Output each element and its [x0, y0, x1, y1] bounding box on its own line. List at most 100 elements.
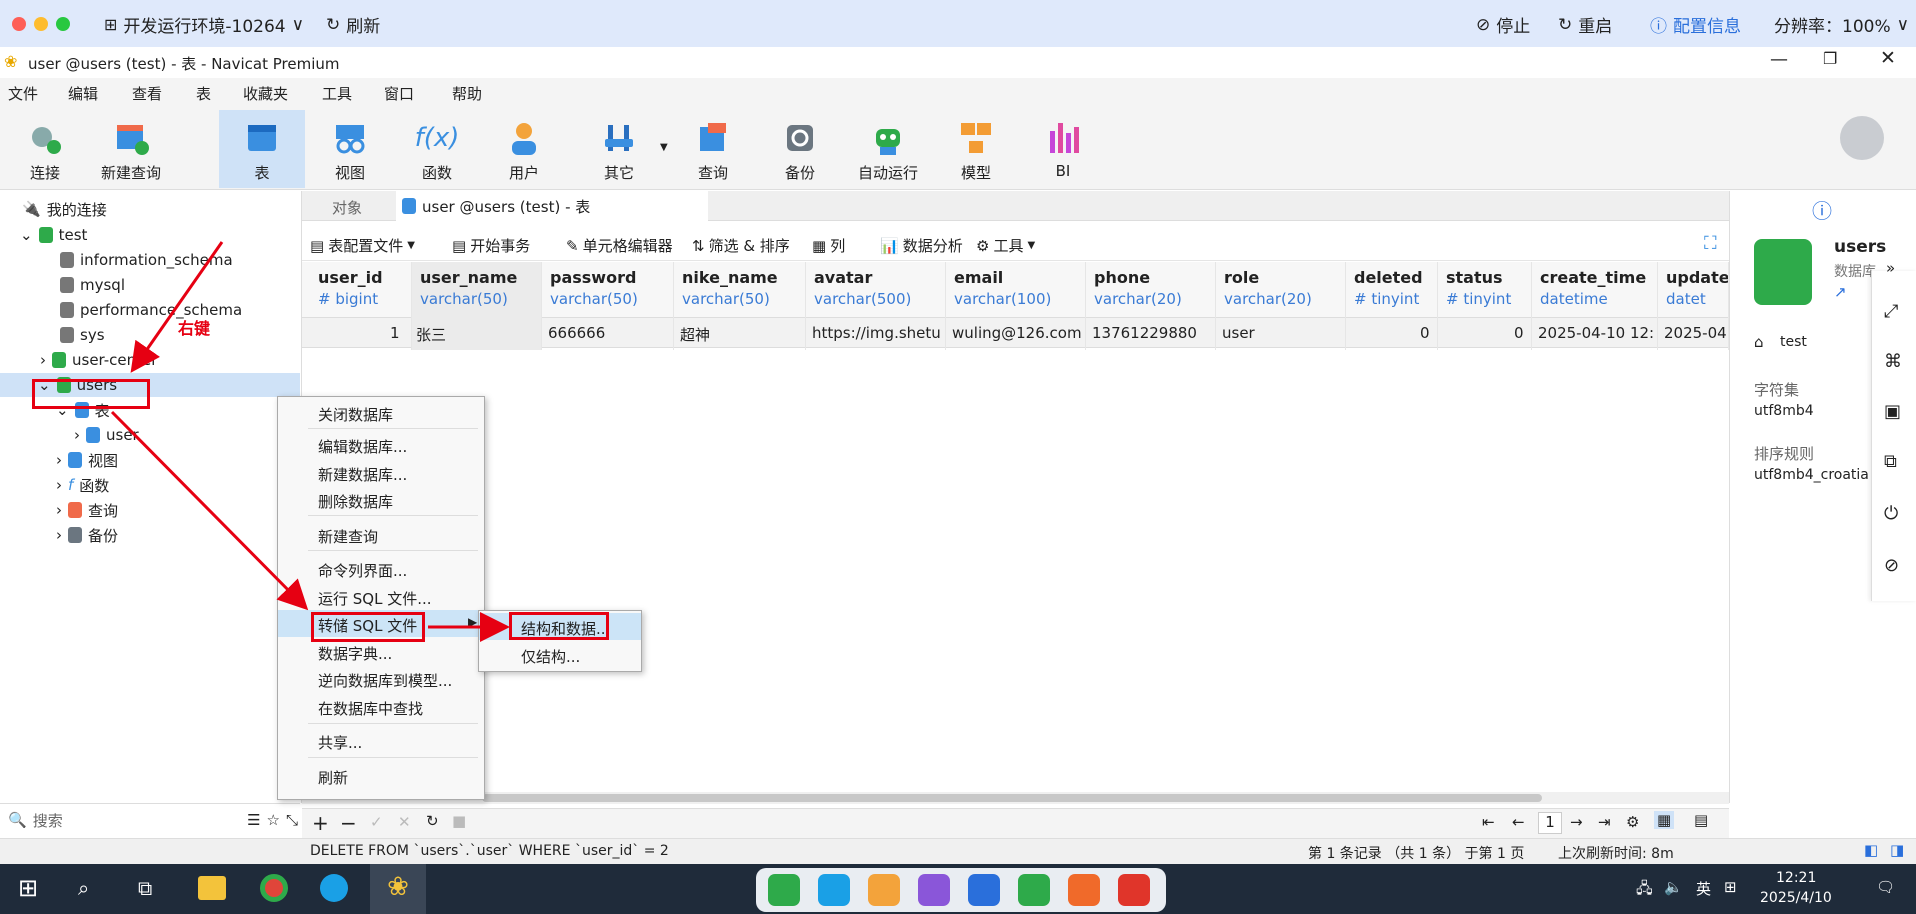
table-button[interactable]: 表 [219, 110, 305, 188]
menu-item-new-query[interactable]: 新建查询 [278, 521, 484, 548]
expand-icon[interactable]: ⛶ [1704, 233, 1717, 254]
cell[interactable]: 0 [1514, 324, 1524, 342]
filter-icon[interactable]: ☰ [247, 811, 260, 829]
refresh-icon[interactable]: ↻ [426, 812, 439, 830]
delete-row-icon[interactable]: − [340, 811, 357, 835]
cell[interactable]: 2025-04- [1664, 324, 1726, 342]
dock-app-icon[interactable] [818, 874, 850, 906]
menu-window[interactable]: 窗口 [384, 78, 414, 104]
ime-icon[interactable]: ⊞ [1724, 878, 1737, 896]
grid-view-icon[interactable]: ▦ [1654, 811, 1675, 829]
search-icon[interactable]: ⌕ [78, 876, 89, 900]
dock-app-icon[interactable] [968, 874, 1000, 906]
menu-view[interactable]: 查看 [132, 78, 162, 104]
begin-transaction-button[interactable]: ▤ 开始事务 [452, 235, 530, 256]
automation-button[interactable]: 自动运行 [845, 110, 931, 188]
model-button[interactable]: 模型 [933, 110, 1019, 188]
menu-item-edit-db[interactable]: 编辑数据库... [278, 431, 484, 458]
cell[interactable]: 1 [390, 324, 400, 342]
dock-app-icon[interactable] [768, 874, 800, 906]
notification-icon[interactable]: 🗨 [1876, 878, 1895, 896]
queries-node[interactable]: › 查询 [56, 498, 118, 522]
dock-app-icon[interactable] [1018, 874, 1050, 906]
panel-icon[interactable]: ▣ [1884, 401, 1901, 422]
next-page-icon[interactable]: → [1570, 813, 1583, 831]
cell[interactable]: 张三 [416, 324, 536, 345]
menu-tools[interactable]: 工具 [322, 78, 352, 104]
navicat-icon[interactable]: ❀ [370, 864, 426, 914]
dock-app-icon[interactable] [918, 874, 950, 906]
collapse-icon[interactable]: ⤡ [286, 811, 298, 829]
db-performance-schema[interactable]: performance_schema [60, 298, 242, 322]
menu-item-close-db[interactable]: 关闭数据库 [278, 399, 484, 426]
page-number[interactable]: 1 [1538, 812, 1562, 834]
volume-icon[interactable]: 🔈 [1664, 878, 1683, 896]
close-dot[interactable] [12, 17, 26, 31]
dock-app-icon[interactable] [1118, 874, 1150, 906]
star-icon[interactable]: ☆ [267, 811, 280, 829]
backup-button[interactable]: 备份 [757, 110, 843, 188]
file-explorer-icon[interactable] [198, 876, 226, 900]
clock-date[interactable]: 2025/4/10 [1760, 890, 1832, 906]
dock-app-icon[interactable] [868, 874, 900, 906]
menu-item-delete-db[interactable]: 删除数据库 [278, 486, 484, 513]
restore-icon[interactable]: ❐ [1823, 49, 1837, 68]
other-button[interactable]: 其它 [576, 110, 662, 188]
info-icon[interactable]: ⓘ [1812, 195, 1832, 224]
apply-icon[interactable]: ✓ [370, 813, 383, 831]
menu-item-data-dictionary[interactable]: 数据字典... [278, 638, 484, 665]
first-page-icon[interactable]: ⇤ [1482, 813, 1495, 831]
columns-button[interactable]: ▦ 列 [812, 235, 845, 256]
discard-icon[interactable]: ✕ [398, 813, 411, 831]
tab-active[interactable]: user @users (test) - 表 [396, 191, 708, 221]
collapse-right-icon[interactable]: » [1886, 259, 1895, 277]
menu-help[interactable]: 帮助 [452, 78, 482, 104]
bi-button[interactable]: BI [1020, 110, 1106, 188]
view-button[interactable]: 视图 [307, 110, 393, 188]
tools-button[interactable]: ⚙ 工具 ▼ [976, 235, 1035, 256]
prev-page-icon[interactable]: ← [1512, 813, 1525, 831]
layout-icon[interactable]: ⌘ [1884, 351, 1902, 372]
menu-item-reverse-model[interactable]: 逆向数据库到模型... [278, 665, 484, 692]
settings-icon[interactable]: ⚙ [1626, 813, 1639, 831]
language-indicator[interactable]: 英 [1696, 878, 1711, 899]
submenu-structure-only[interactable]: 仅结构... [479, 641, 641, 668]
cell[interactable]: 超神 [680, 324, 804, 345]
horizontal-scrollbar[interactable] [302, 792, 1729, 804]
restart-button[interactable]: ↻ 重启 [1558, 12, 1612, 38]
menu-item-refresh[interactable]: 刷新 [278, 762, 484, 789]
data-analysis-button[interactable]: 📊 数据分析 [880, 235, 963, 256]
user-avatar[interactable] [1840, 116, 1884, 160]
menu-table[interactable]: 表 [196, 78, 211, 104]
views-node[interactable]: › 视图 [56, 448, 118, 472]
menu-item-find-in-db[interactable]: 在数据库中查找 [278, 693, 484, 720]
table-user[interactable]: › user [74, 423, 139, 447]
config-profile-button[interactable]: ▤ 表配置文件 ▼ [310, 235, 415, 256]
network-icon[interactable]: 🖧 [1636, 878, 1653, 903]
power-icon[interactable]: ⏻ [1884, 503, 1898, 524]
caret-down-icon[interactable]: ▼ [660, 142, 668, 153]
connection-test[interactable]: ⌄ test [20, 223, 87, 247]
edge-icon[interactable] [320, 874, 348, 902]
env-selector[interactable]: ⊞ 开发运行环境-10264 ∨ [104, 12, 304, 38]
db-sys[interactable]: sys [60, 323, 105, 347]
stop-icon[interactable]: ■ [452, 812, 466, 830]
menu-favorites[interactable]: 收藏夹 [243, 78, 288, 104]
panel-toggle-icon[interactable]: ◧ [1864, 841, 1878, 859]
cell[interactable]: https://img.shetu( [812, 324, 942, 342]
maximize-dot[interactable] [56, 17, 70, 31]
backups-node[interactable]: › 备份 [56, 523, 118, 547]
cell[interactable]: user [1222, 324, 1342, 342]
cell-editor-button[interactable]: ✎ 单元格编辑器 [566, 235, 673, 256]
form-view-icon[interactable]: ▤ [1694, 811, 1708, 829]
tab-objects[interactable]: 对象 [332, 197, 362, 218]
fullscreen-icon[interactable]: ⤢ [1884, 301, 1898, 322]
sidebar-search[interactable]: 🔍 搜索 ☰ ☆ ⤡ [8, 807, 298, 833]
menu-item-console[interactable]: 命令列界面... [278, 555, 484, 582]
menu-edit[interactable]: 编辑 [68, 78, 98, 104]
connect-button[interactable]: 连接 [2, 110, 88, 188]
db-information-schema[interactable]: information_schema [60, 248, 233, 272]
config-button[interactable]: ⓘ 配置信息 [1650, 12, 1741, 37]
task-view-icon[interactable]: ⧉ [138, 876, 152, 900]
menu-item-new-db[interactable]: 新建数据库... [278, 459, 484, 486]
